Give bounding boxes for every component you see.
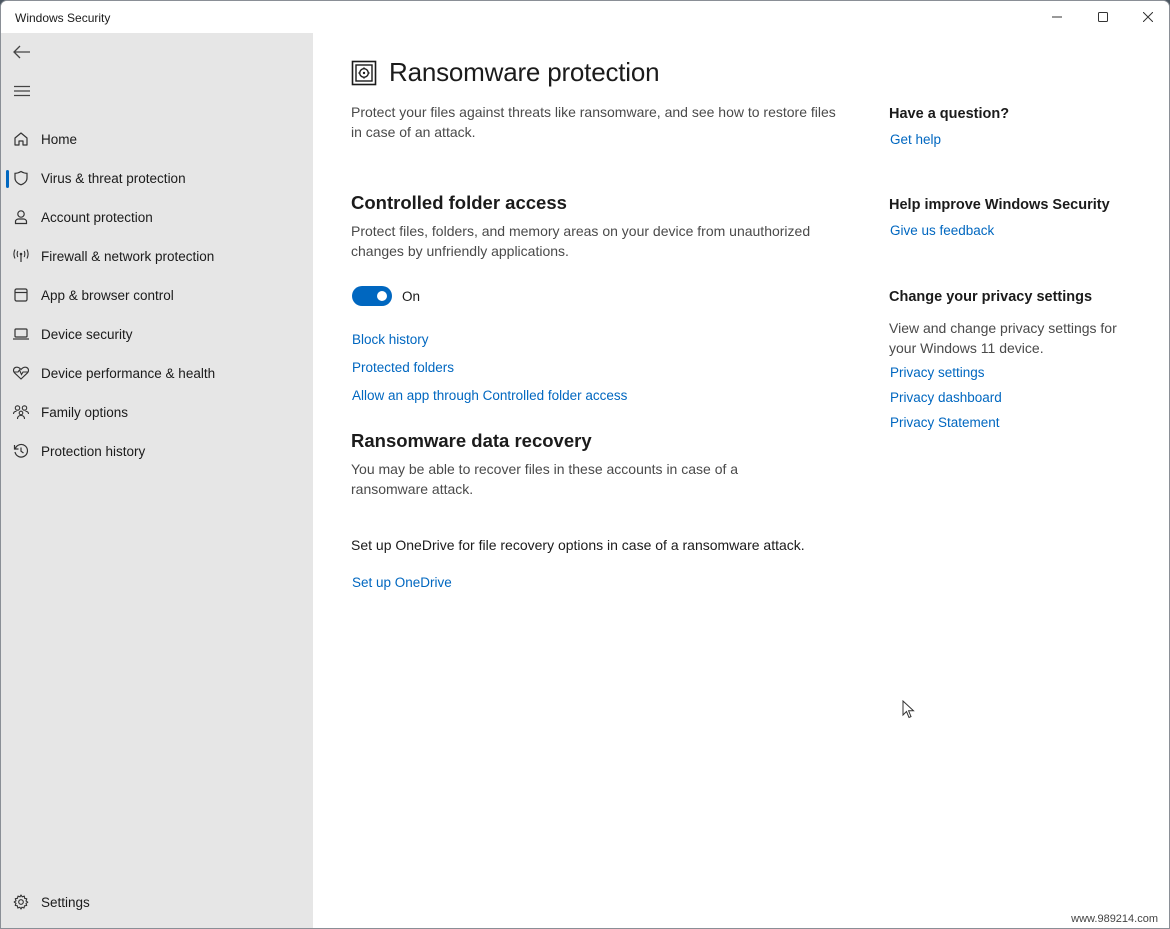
sidebar-item-label: Virus & threat protection [41,170,186,186]
get-help-link[interactable]: Get help [890,132,941,147]
active-indicator [6,170,9,188]
sidebar-item-settings[interactable]: Settings [1,884,313,920]
maximize-icon [1098,12,1108,22]
privacy-statement-link[interactable]: Privacy Statement [890,415,1000,430]
privacy-heading: Change your privacy settings [889,289,1093,305]
sidebar-item-protection-history[interactable]: Protection history [1,433,313,469]
minimize-button[interactable] [1034,1,1080,33]
sidebar-item-device-performance-health[interactable]: Device performance & health [1,355,313,391]
hamburger-menu-icon [14,85,30,97]
toggle-knob [377,291,387,301]
cfa-heading: Controlled folder access [351,192,567,213]
sidebar: Home Virus & threat protection Account p… [1,33,313,928]
cfa-description: Protect files, folders, and memory areas… [351,223,811,259]
laptop-icon [12,325,30,343]
app-window-icon [12,286,30,304]
antenna-icon [12,247,30,265]
question-heading: Have a question? [889,106,1010,122]
close-button[interactable] [1125,1,1169,33]
privacy-settings-link[interactable]: Privacy settings [890,365,985,380]
sidebar-item-label: Settings [41,894,90,910]
sidebar-item-firewall-network-protection[interactable]: Firewall & network protection [1,238,313,274]
shield-icon [12,169,30,187]
allow-app-link[interactable]: Allow an app through Controlled folder a… [352,388,627,403]
close-icon [1143,12,1153,22]
windows-security-window: Windows Security Home Virus & threat pro… [0,0,1170,929]
page-title: Ransomware protection [389,57,660,87]
watermark: www.989214.com [1068,912,1161,926]
page-intro: Protect your files against threats like … [351,104,836,140]
back-button[interactable] [7,37,37,67]
sidebar-item-label: Account protection [41,209,153,225]
heart-pulse-icon [12,364,30,382]
sidebar-item-app-browser-control[interactable]: App & browser control [1,277,313,313]
main-content: Ransomware protection Protect your files… [313,33,1169,928]
sidebar-item-home[interactable]: Home [1,121,313,157]
onedrive-text: Set up OneDrive for file recovery option… [351,537,805,553]
sidebar-item-label: App & browser control [41,287,174,303]
back-arrow-icon [13,45,30,59]
sidebar-item-account-protection[interactable]: Account protection [1,199,313,235]
setup-onedrive-link[interactable]: Set up OneDrive [352,575,452,590]
mouse-cursor-icon [902,700,915,719]
page-header: Ransomware protection [351,57,660,88]
recovery-heading: Ransomware data recovery [351,430,592,451]
cfa-toggle[interactable] [352,286,392,306]
cfa-toggle-label: On [402,289,421,304]
sidebar-item-label: Firewall & network protection [41,248,215,264]
sidebar-item-label: Device security [41,326,133,342]
recovery-description: You may be able to recover files in thes… [351,461,739,497]
maximize-button[interactable] [1080,1,1126,33]
gear-icon [12,893,30,911]
menu-button[interactable] [7,76,37,106]
sidebar-item-family-options[interactable]: Family options [1,394,313,430]
improve-heading: Help improve Windows Security [889,197,1110,213]
privacy-dashboard-link[interactable]: Privacy dashboard [890,390,1002,405]
sidebar-item-device-security[interactable]: Device security [1,316,313,352]
minimize-icon [1052,16,1062,18]
history-icon [12,442,30,460]
feedback-link[interactable]: Give us feedback [890,223,994,238]
person-icon [12,208,30,226]
sidebar-item-label: Home [41,131,78,147]
family-icon [12,403,30,421]
sidebar-item-label: Device performance & health [41,365,216,381]
vault-icon [351,60,377,85]
window-title: Windows Security [15,11,111,25]
sidebar-item-virus-threat-protection[interactable]: Virus & threat protection [1,160,313,196]
title-bar: Windows Security [1,1,1169,33]
block-history-link[interactable]: Block history [352,332,429,347]
privacy-description: View and change privacy settings for you… [889,320,1117,356]
sidebar-item-label: Protection history [41,443,146,459]
sidebar-item-label: Family options [41,404,129,420]
protected-folders-link[interactable]: Protected folders [352,360,454,375]
home-icon [12,130,30,148]
